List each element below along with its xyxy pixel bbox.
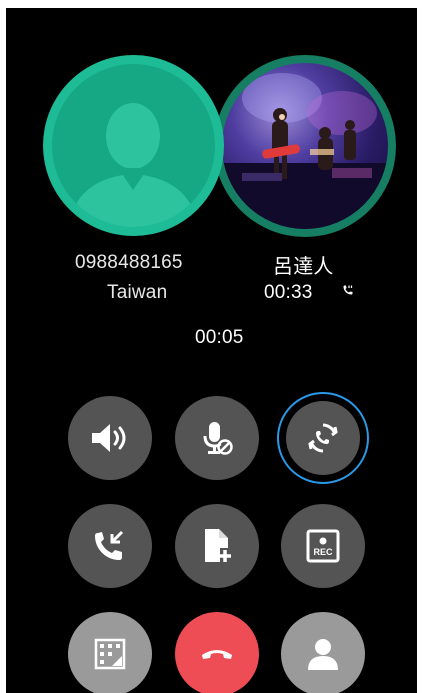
held-contact-avatar[interactable] [214,55,396,237]
active-call-timer: 00:05 [195,327,244,348]
active-caller-location: Taiwan [107,282,168,303]
add-file-icon [205,529,231,562]
default-contact-icon [52,64,215,227]
end-call-button[interactable] [175,612,259,693]
person-icon [308,639,338,670]
in-call-screen: 0988488165 Taiwan 呂達人 00:33 00:05 REC [6,8,417,693]
mic-off-icon [203,422,233,455]
add-note-button[interactable] [175,504,259,588]
swap-call-icon [308,423,338,453]
active-contact-avatar[interactable] [43,55,224,236]
swap-calls-button[interactable] [277,392,369,484]
mute-button[interactable] [175,396,259,480]
speaker-button[interactable] [68,396,152,480]
speaker-icon [92,424,126,452]
dialpad-icon [94,638,126,670]
hang-up-icon [202,650,232,659]
rec-icon: REC [306,529,340,563]
held-contact-name: 呂達人 [273,254,334,278]
record-button[interactable]: REC [281,504,365,588]
contacts-button[interactable] [281,612,365,693]
swap-calls-button-core [286,401,360,475]
active-caller-number: 0988488165 [75,252,183,273]
merge-calls-button[interactable] [68,504,152,588]
keypad-button[interactable] [68,612,152,693]
svg-text:REC: REC [313,547,333,557]
held-call-duration: 00:33 [264,282,313,303]
merge-call-icon [95,530,124,560]
contact-photo [222,63,388,229]
on-hold-phone-icon [342,283,354,300]
